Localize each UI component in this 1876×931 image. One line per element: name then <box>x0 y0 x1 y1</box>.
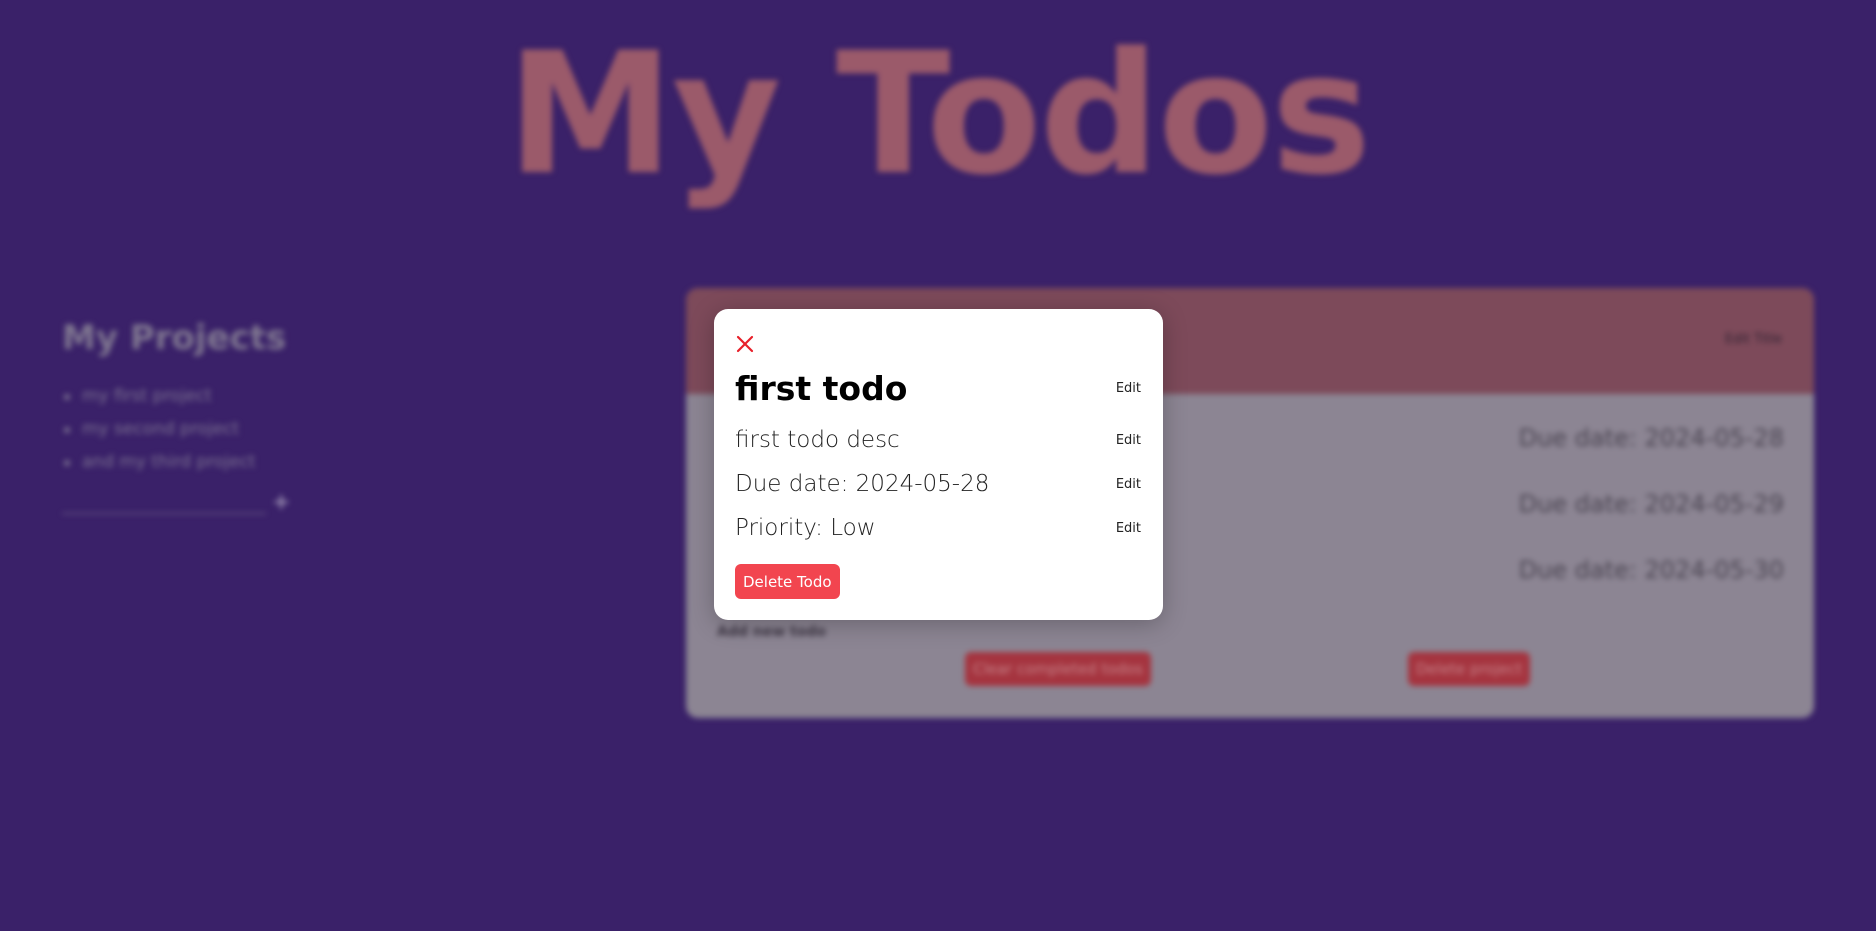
close-icon-graphic <box>736 335 754 353</box>
plus-icon[interactable]: + <box>272 492 290 514</box>
todo-priority-row: Priority: Low Edit <box>735 510 1141 546</box>
add-todo-button[interactable]: Add new todo <box>717 624 826 640</box>
todo-due-date: Due date: 2024-05-28 <box>1518 424 1784 452</box>
todo-due-date: Due date: 2024-05-30 <box>1518 556 1784 584</box>
app-root: My Todos My Projects my first project my… <box>0 0 1876 931</box>
new-project-input[interactable] <box>62 487 266 514</box>
clear-completed-button[interactable]: Clear completed todos <box>965 652 1151 686</box>
project-item[interactable]: my first project <box>62 380 302 413</box>
edit-description-link[interactable]: Edit <box>1116 433 1141 448</box>
todo-priority: Priority: Low <box>735 515 876 541</box>
edit-priority-link[interactable]: Edit <box>1116 521 1141 536</box>
todo-description: first todo desc <box>735 427 900 453</box>
app-title: My Todos <box>506 16 1372 212</box>
edit-due-date-link[interactable]: Edit <box>1116 477 1141 492</box>
close-icon[interactable] <box>734 333 756 355</box>
edit-title-button[interactable]: Edit Title <box>1725 332 1782 347</box>
project-item[interactable]: my second project <box>62 413 302 446</box>
todo-due-date: Due date: 2024-05-29 <box>1518 490 1784 518</box>
delete-project-button[interactable]: Delete project <box>1408 652 1531 686</box>
project-item[interactable]: and my third project <box>62 446 302 479</box>
delete-todo-button[interactable]: Delete Todo <box>735 564 840 599</box>
todo-description-row: first todo desc Edit <box>735 422 1141 458</box>
sidebar-heading: My Projects <box>62 318 287 358</box>
todo-due-date-row: Due date: 2024-05-28 Edit <box>735 466 1141 502</box>
sidebar: My Projects my first project my second p… <box>62 318 302 514</box>
project-list: my first project my second project and m… <box>62 380 302 479</box>
edit-title-link[interactable]: Edit <box>1116 381 1141 396</box>
todo-title: first todo <box>735 368 908 408</box>
todo-due-date-value: Due date: 2024-05-28 <box>735 471 990 497</box>
todo-title-row: first todo Edit <box>735 365 1141 411</box>
new-project-row: + <box>62 487 302 514</box>
todo-detail-modal: first todo Edit first todo desc Edit Due… <box>714 309 1163 620</box>
